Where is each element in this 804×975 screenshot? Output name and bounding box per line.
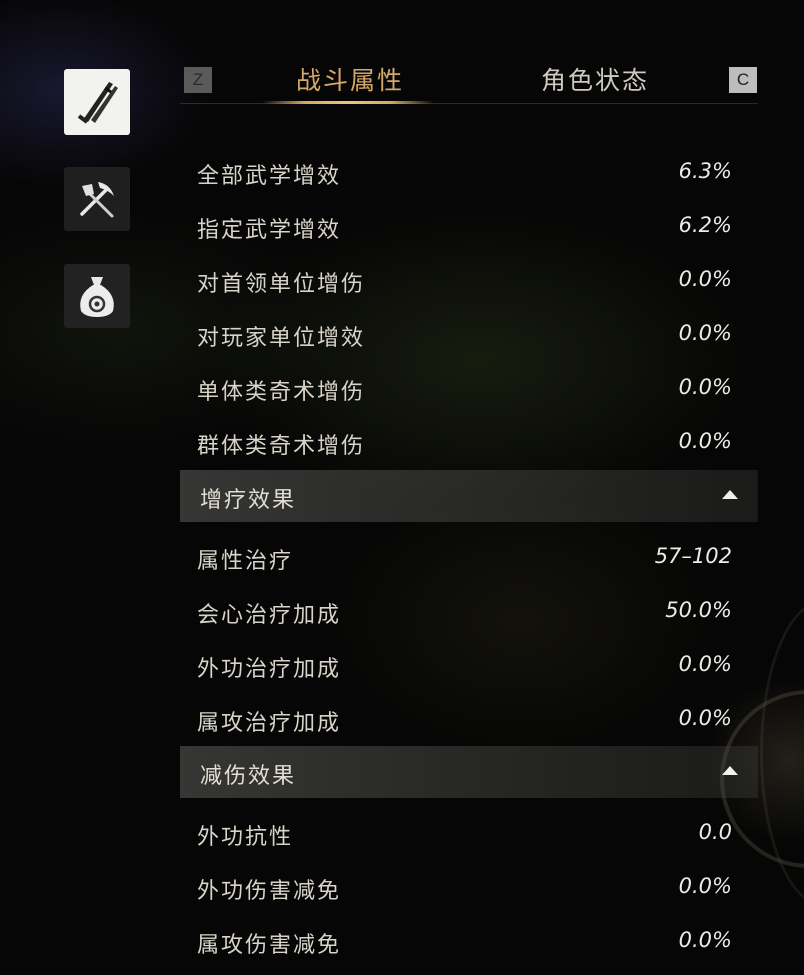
tab-combat-attributes[interactable]: 战斗属性	[270, 58, 430, 100]
section-header-damage-reduction[interactable]: 减伤效果	[180, 746, 758, 798]
stat-label: 属攻伤害减免	[197, 933, 342, 958]
stat-label: 指定武学增效	[197, 218, 342, 243]
tools-icon	[80, 182, 114, 218]
stat-label: 对首领单位增伤	[197, 272, 366, 297]
prev-tab-key-hint[interactable]: Z	[184, 67, 212, 93]
stat-value: 6.2%	[678, 213, 732, 237]
background-ornament	[760, 600, 804, 906]
section-title: 增疗效果	[200, 488, 297, 513]
stat-value: 57–102	[654, 544, 732, 568]
stats-list: 全部武学增效 6.3% 指定武学增效 6.2% 对首领单位增伤 0.0% 对玩家…	[180, 147, 758, 970]
stat-row: 会心治疗加成 50.0%	[180, 586, 758, 640]
stat-row: 外功伤害减免 0.0%	[180, 862, 758, 916]
stat-label: 属攻治疗加成	[197, 711, 342, 736]
stat-label: 会心治疗加成	[197, 603, 342, 628]
stat-label: 对玩家单位增效	[197, 326, 366, 351]
stat-label: 全部武学增效	[197, 164, 342, 189]
stat-row: 外功治疗加成 0.0%	[180, 640, 758, 694]
stat-value: 0.0%	[678, 706, 732, 730]
stat-row: 全部武学增效 6.3%	[180, 147, 758, 201]
category-weapon-button[interactable]	[64, 69, 130, 135]
next-tab-key-hint[interactable]: C	[729, 67, 757, 93]
stat-label: 属性治疗	[197, 549, 294, 574]
character-attributes-screen: Z 战斗属性 角色状态 C 全部武学增效 6.3% 指定武学增效 6.2% 对首…	[0, 0, 804, 975]
stat-label: 群体类奇术增伤	[197, 434, 366, 459]
stat-value: 0.0%	[678, 874, 732, 898]
stat-value: 0.0%	[678, 652, 732, 676]
stat-row: 指定武学增效 6.2%	[180, 201, 758, 255]
collapse-caret-icon[interactable]	[722, 490, 738, 499]
collapse-caret-icon[interactable]	[722, 766, 738, 775]
stat-row: 对玩家单位增效 0.0%	[180, 309, 758, 363]
active-tab-indicator	[262, 101, 434, 104]
category-currency-button[interactable]	[64, 264, 130, 328]
stat-value: 0.0%	[678, 267, 732, 291]
stat-row: 属攻伤害减免 0.0%	[180, 916, 758, 970]
money-bag-icon	[80, 277, 114, 317]
stat-row: 外功抗性 0.0	[180, 808, 758, 862]
stat-label: 单体类奇术增伤	[197, 380, 366, 405]
section-header-healing[interactable]: 增疗效果	[180, 470, 758, 522]
stat-row: 单体类奇术增伤 0.0%	[180, 363, 758, 417]
stat-row: 对首领单位增伤 0.0%	[180, 255, 758, 309]
stat-value: 0.0	[698, 820, 732, 844]
stat-row: 属性治疗 57–102	[180, 532, 758, 586]
weapon-icon	[77, 82, 118, 124]
stat-label: 外功抗性	[197, 825, 294, 850]
stat-label: 外功治疗加成	[197, 657, 342, 682]
tab-character-status[interactable]: 角色状态	[515, 58, 675, 100]
stat-value: 0.0%	[678, 928, 732, 952]
stat-value: 50.0%	[665, 598, 732, 622]
stat-value: 6.3%	[678, 159, 732, 183]
category-tools-button[interactable]	[64, 167, 130, 231]
stat-row: 群体类奇术增伤 0.0%	[180, 417, 758, 470]
stat-value: 0.0%	[678, 429, 732, 453]
section-title: 减伤效果	[200, 764, 297, 789]
stat-row: 属攻治疗加成 0.0%	[180, 694, 758, 746]
stat-value: 0.0%	[678, 321, 732, 345]
stat-label: 外功伤害减免	[197, 879, 342, 904]
stat-value: 0.0%	[678, 375, 732, 399]
